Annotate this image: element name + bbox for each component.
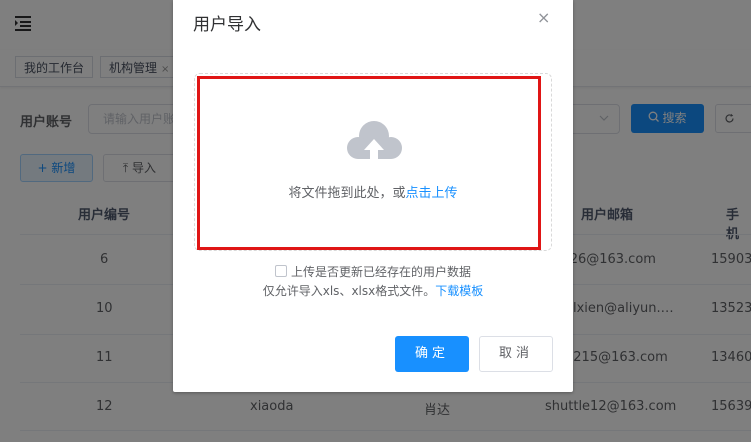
- upload-instruction: 将文件拖到此处，或点击上传: [194, 182, 552, 201]
- confirm-button[interactable]: 确定: [395, 336, 469, 372]
- download-template-link[interactable]: 下载模板: [435, 284, 483, 298]
- close-icon[interactable]: ×: [537, 8, 550, 27]
- file-type-tip: 仅允许导入xls、xlsx格式文件。下载模板: [173, 282, 573, 299]
- cancel-button[interactable]: 取消: [479, 336, 553, 372]
- import-dialog: 用户导入 × 将文件拖到此处，或点击上传 上传是否更新已经存在的用户数据 仅允许…: [173, 0, 573, 392]
- dialog-title: 用户导入: [193, 15, 261, 35]
- update-existing-checkbox[interactable]: [275, 265, 287, 277]
- upload-text: 将文件拖到此处，或: [288, 186, 406, 201]
- highlight-box: [197, 76, 541, 250]
- click-upload-link[interactable]: 点击上传: [406, 186, 458, 201]
- update-existing-label: 上传是否更新已经存在的用户数据: [291, 265, 472, 279]
- tip-text: 仅允许导入xls、xlsx格式文件。: [262, 284, 436, 298]
